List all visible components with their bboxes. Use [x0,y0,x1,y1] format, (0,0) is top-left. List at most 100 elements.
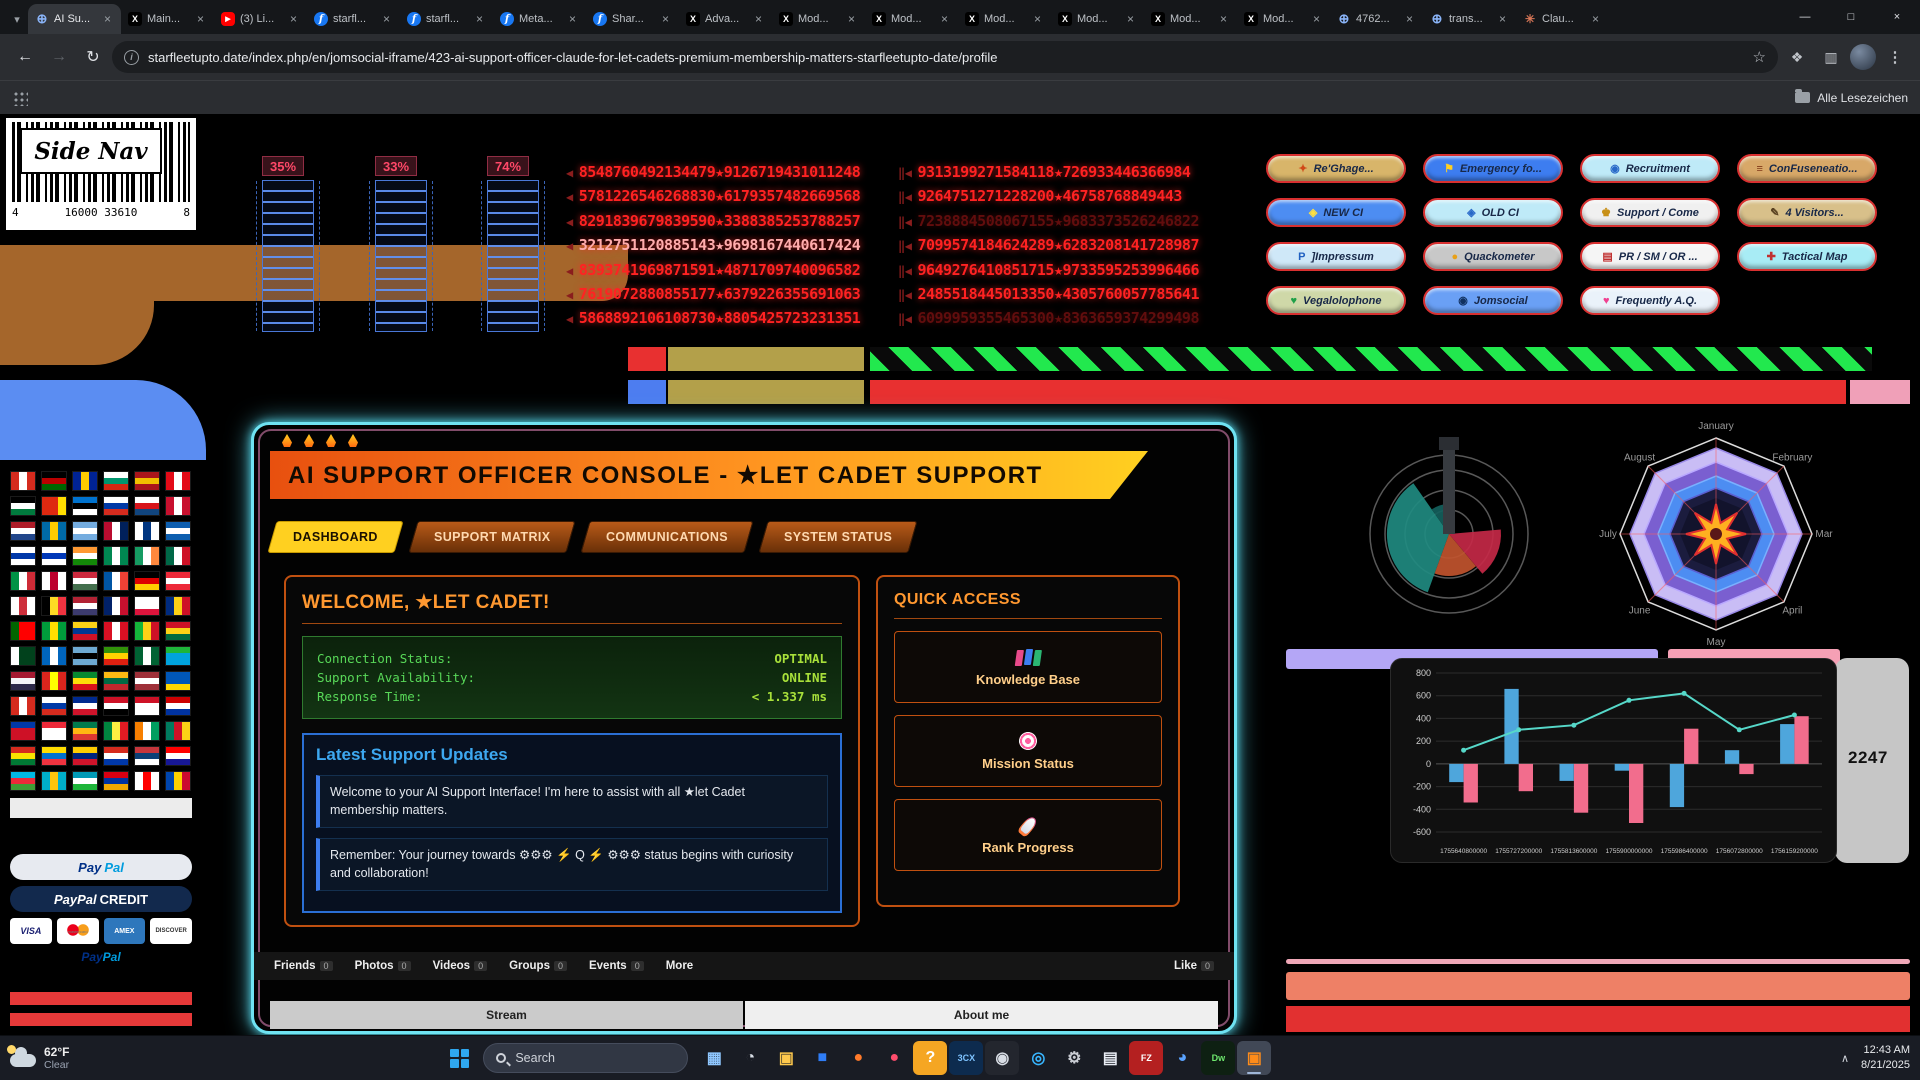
close-button[interactable]: × [1874,0,1920,34]
lcars-nav-button[interactable]: ◈ OLD CI [1423,198,1563,227]
url-bar[interactable]: i starfleetupto.date/index.php/en/jomsoc… [112,41,1778,73]
tab-close-icon[interactable] [752,13,765,26]
tab-close-icon[interactable] [1589,13,1602,26]
flag-icon[interactable] [72,671,98,691]
lcars-nav-button[interactable]: ▤ PR / SM / OR ... [1580,242,1720,271]
browser-tab[interactable]: Shar... [586,4,679,34]
tab-close-icon[interactable] [938,13,951,26]
flag-icon[interactable] [134,521,160,541]
tab-close-icon[interactable] [1217,13,1230,26]
bookmark-star-icon[interactable]: ☆ [1753,48,1766,66]
flag-icon[interactable] [165,671,191,691]
browser-tab[interactable]: Mod... [865,4,958,34]
browser-tab[interactable]: Mod... [772,4,865,34]
lcars-nav-button[interactable]: ♥ Frequently A.Q. [1580,286,1720,315]
flag-icon[interactable] [165,471,191,491]
lcars-nav-button[interactable]: ◉ Jomsocial [1423,286,1563,315]
lcars-nav-button[interactable]: ✦ Re'Ghage... [1266,154,1406,183]
taskbar-icon[interactable]: ▣ [769,1041,803,1075]
flag-icon[interactable] [165,621,191,641]
start-button[interactable] [450,1049,469,1068]
lcars-nav-button[interactable]: ✚ Tactical Map [1737,242,1877,271]
payment-card-icon[interactable]: mastercard [57,918,99,944]
flag-icon[interactable] [10,521,36,541]
console-tab[interactable]: SYSTEM STATUS [759,521,918,553]
console-tab[interactable]: DASHBOARD [267,521,403,553]
taskbar-icon[interactable]: ● [841,1041,875,1075]
flag-icon[interactable] [72,771,98,791]
flag-icon[interactable] [165,546,191,566]
flag-icon[interactable] [41,596,67,616]
tab-close-icon[interactable] [380,13,393,26]
flag-icon[interactable] [165,571,191,591]
taskbar-icon[interactable]: ? [913,1041,947,1075]
flag-icon[interactable] [103,471,129,491]
payment-card-icon[interactable]: VISA [10,918,52,944]
flag-icon[interactable] [41,746,67,766]
flag-icon[interactable] [10,671,36,691]
flag-icon[interactable] [134,571,160,591]
flag-icon[interactable] [10,746,36,766]
flag-icon[interactable] [134,771,160,791]
tab-search-icon[interactable] [6,4,28,34]
social-tab[interactable]: Videos 0 [433,960,488,972]
flag-icon[interactable] [72,471,98,491]
tab-close-icon[interactable] [1124,13,1137,26]
tab-close-icon[interactable] [194,13,207,26]
lcars-nav-button[interactable]: ◉ Recruitment [1580,154,1720,183]
quick-access-card[interactable]: Rank Progress [894,799,1162,871]
flag-icon[interactable] [10,771,36,791]
flag-icon[interactable] [41,521,67,541]
flag-icon[interactable] [41,571,67,591]
flag-icon[interactable] [41,771,67,791]
browser-tab[interactable]: Mod... [1237,4,1330,34]
flag-icon[interactable] [103,546,129,566]
lcars-nav-button[interactable]: P ]Impressum [1266,242,1406,271]
social-tab[interactable]: More [666,960,693,972]
flag-icon[interactable] [72,596,98,616]
payment-card-icon[interactable]: AMEX [104,918,146,944]
flag-icon[interactable] [10,496,36,516]
site-info-icon[interactable]: i [124,50,139,65]
console-tab[interactable]: SUPPORT MATRIX [408,521,576,553]
flag-icon[interactable] [103,521,129,541]
quick-access-card[interactable]: Mission Status [894,715,1162,787]
flag-icon[interactable] [103,496,129,516]
flag-icon[interactable] [165,696,191,716]
social-tab[interactable]: Friends 0 [274,960,333,972]
browser-tab[interactable]: trans... [1423,4,1516,34]
tab-close-icon[interactable] [473,13,486,26]
tab-close-icon[interactable] [1310,13,1323,26]
browser-tab[interactable]: Clau... [1516,4,1609,34]
tray-chevron-icon[interactable]: ∧ [1841,1052,1849,1065]
flag-icon[interactable] [72,521,98,541]
flag-icon[interactable] [41,671,67,691]
taskbar-icon[interactable]: ◔ [733,1041,767,1075]
payment-card-icon[interactable]: DISCOVER [150,918,192,944]
forward-icon[interactable]: → [44,42,74,72]
flag-icon[interactable] [10,621,36,641]
flag-icon[interactable] [165,771,191,791]
taskbar-icon[interactable]: ◎ [1021,1041,1055,1075]
flag-icon[interactable] [134,746,160,766]
paypal-credit-button[interactable]: PayPalCREDIT [10,886,192,912]
maximize-button[interactable]: □ [1828,0,1874,34]
flag-icon[interactable] [72,496,98,516]
flag-icon[interactable] [103,571,129,591]
flag-icon[interactable] [134,621,160,641]
flag-icon[interactable] [165,721,191,741]
browser-tab[interactable]: AI Su... [28,4,121,34]
flag-icon[interactable] [10,471,36,491]
taskbar-search[interactable]: Search [483,1043,688,1073]
tab-about-me[interactable]: About me [745,1001,1218,1029]
flag-icon[interactable] [41,496,67,516]
weather-widget[interactable]: 62°F Clear [10,1045,160,1071]
flag-icon[interactable] [134,471,160,491]
taskbar-icon[interactable]: Dw [1201,1041,1235,1075]
flag-icon[interactable] [165,521,191,541]
tab-close-icon[interactable] [1031,13,1044,26]
taskbar-icon[interactable]: ■ [805,1041,839,1075]
tab-close-icon[interactable] [566,13,579,26]
browser-tab[interactable]: 4762... [1330,4,1423,34]
minimize-button[interactable]: — [1782,0,1828,34]
